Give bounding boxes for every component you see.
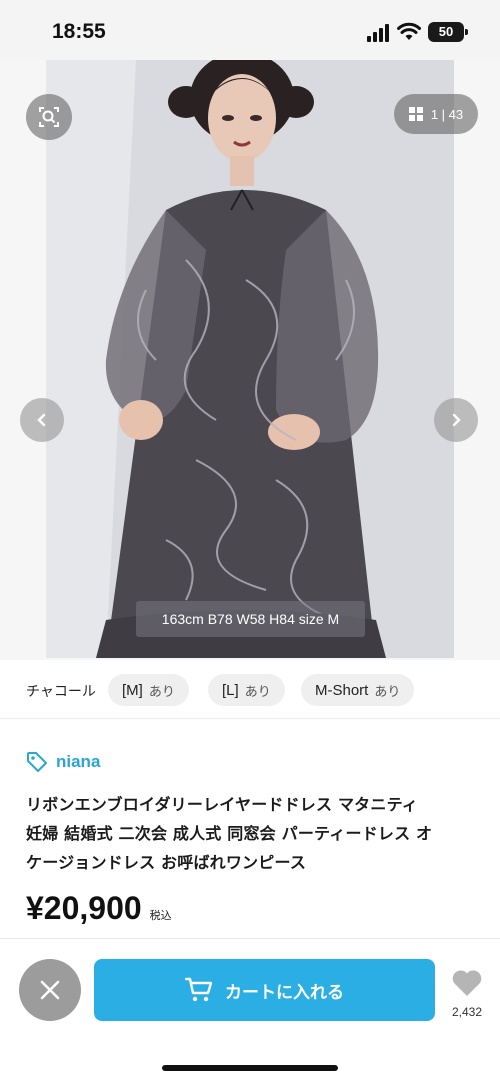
product-price: ¥20,900 xyxy=(26,890,142,926)
divider xyxy=(0,718,500,719)
close-icon xyxy=(40,980,60,1000)
product-photo[interactable] xyxy=(46,60,454,658)
size-label: M-Short xyxy=(315,681,369,699)
brand-link[interactable]: niana xyxy=(26,749,100,775)
product-title-line: リボンエンブロイダリーレイヤードドレス マタニティ xyxy=(26,795,419,814)
tax-label: 税込 xyxy=(149,909,172,922)
cellular-signal-icon xyxy=(367,24,389,42)
size-chip-m[interactable]: [M] あり xyxy=(108,674,189,706)
model-size-info: 163cm B78 W58 H84 size M xyxy=(136,601,365,637)
grid-icon xyxy=(408,107,423,121)
heart-icon xyxy=(452,970,482,996)
previous-image-button[interactable] xyxy=(20,398,64,442)
cart-icon xyxy=(185,977,213,1002)
availability-label: あり xyxy=(148,684,175,700)
close-button[interactable] xyxy=(19,959,81,1021)
brand-name: niana xyxy=(56,752,101,771)
size-label: [L] xyxy=(222,681,239,699)
size-label: [M] xyxy=(122,681,143,699)
add-to-cart-label: カートに入れる xyxy=(225,982,344,1003)
image-search-icon xyxy=(39,107,59,127)
dress-illustration xyxy=(46,60,454,658)
availability-label: あり xyxy=(374,684,401,700)
image-counter-button[interactable]: 1 | 43 xyxy=(394,94,478,134)
favorite-count: 2,432 xyxy=(451,1005,483,1019)
product-title-line: ケージョンドレス お呼ばれワンピース xyxy=(26,853,307,872)
status-bar: 18:55 50 xyxy=(0,0,500,60)
status-time: 18:55 xyxy=(52,20,106,43)
chevron-right-icon xyxy=(452,413,461,427)
size-chip-m-short[interactable]: M-Short あり xyxy=(301,674,415,706)
wifi-icon xyxy=(397,22,421,40)
product-image-gallery[interactable]: 1 | 43 163cm B78 W58 H84 size M xyxy=(0,60,500,660)
product-title-line: 妊婦 結婚式 二次会 成人式 同窓会 パーティードレス オ xyxy=(26,824,433,843)
product-title: リボンエンブロイダリーレイヤードドレス マタニティ 妊婦 結婚式 二次会 成人式… xyxy=(26,790,478,877)
selected-color-label: チャコール xyxy=(26,684,96,700)
size-chip-l[interactable]: [L] あり xyxy=(208,674,285,706)
availability-label: あり xyxy=(244,684,271,700)
home-indicator xyxy=(162,1065,338,1071)
image-counter: 1 | 43 xyxy=(430,106,464,122)
tag-icon xyxy=(27,752,47,772)
add-to-cart-button[interactable]: カートに入れる xyxy=(94,959,435,1021)
next-image-button[interactable] xyxy=(434,398,478,442)
price-block: ¥20,900 税込 xyxy=(26,890,172,927)
battery-icon: 50 xyxy=(428,22,468,42)
chevron-left-icon xyxy=(37,413,46,427)
image-search-button[interactable] xyxy=(26,94,72,140)
variant-selector: チャコール [M] あり [L] あり M-Short あり xyxy=(0,670,500,712)
favorite-button[interactable]: 2,432 xyxy=(444,969,490,1029)
bottom-action-bar: カートに入れる 2,432 xyxy=(0,938,500,1080)
